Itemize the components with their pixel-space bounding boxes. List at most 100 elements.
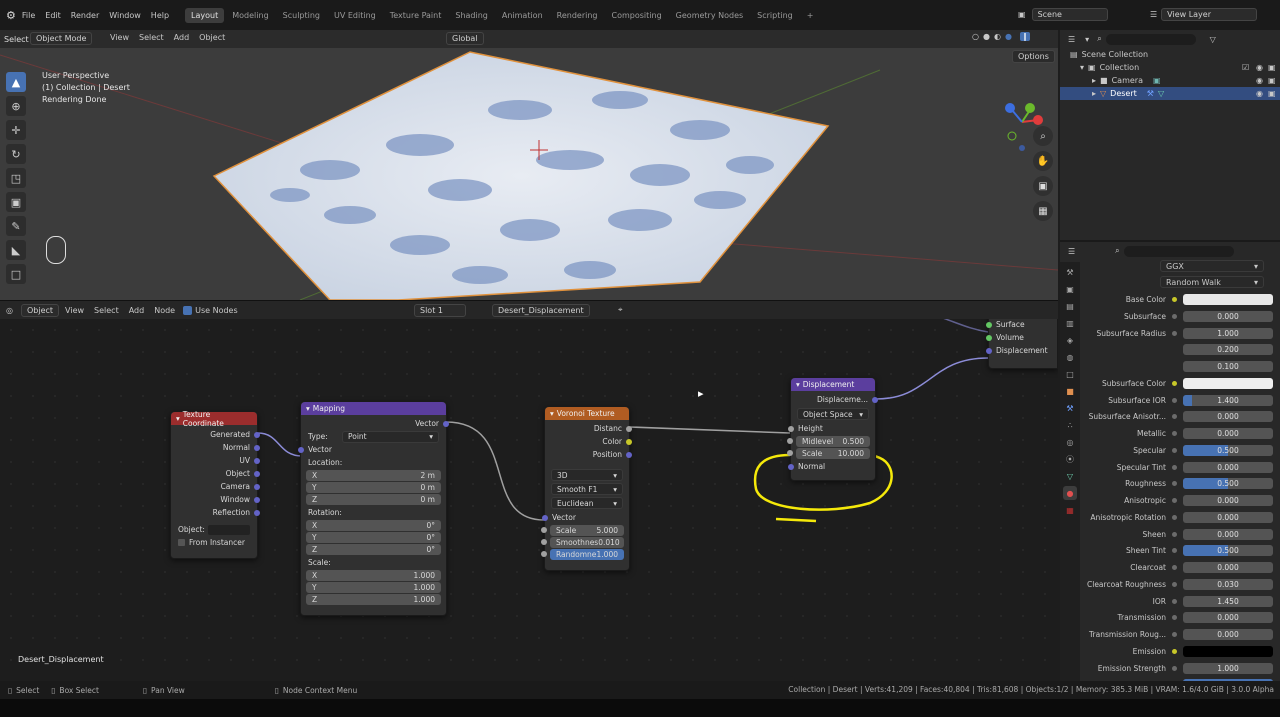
socket-dot-icon[interactable] xyxy=(1172,648,1177,654)
socket-dot-icon[interactable] xyxy=(1172,447,1177,453)
property-value-field[interactable]: 0.200 xyxy=(1183,344,1273,356)
properties-search-icon[interactable]: ⌕ xyxy=(1115,246,1119,256)
property-value-field[interactable]: 0.000 xyxy=(1183,629,1273,640)
displacement-header[interactable]: ▾ Displacement xyxy=(791,378,875,391)
shader-type-dropdown[interactable]: Object xyxy=(20,303,60,317)
rotation-y[interactable]: Y 0° xyxy=(306,532,441,543)
viewport-menu-select[interactable]: Select xyxy=(139,33,164,42)
world-tab-icon[interactable]: ◍ xyxy=(1063,350,1077,364)
color-swatch[interactable] xyxy=(1183,377,1273,389)
blender-logo-icon[interactable]: ⚙ xyxy=(6,9,16,22)
from-instancer-checkbox[interactable] xyxy=(178,539,185,546)
constraints-tab-icon[interactable]: ⦿ xyxy=(1063,452,1077,466)
color-swatch[interactable] xyxy=(1183,294,1273,305)
property-value-field[interactable]: 1.450 xyxy=(1183,595,1273,607)
viewport-menu-object[interactable]: Object xyxy=(199,33,225,42)
location-y[interactable]: Y0 m xyxy=(306,482,441,493)
voronoi-scale-field[interactable]: Scale 5.000 xyxy=(541,525,624,536)
visibility-eye-icon[interactable]: ◉ xyxy=(1256,87,1263,100)
voronoi-randomness-field[interactable]: Randomne 1.000 xyxy=(541,549,624,560)
editor-type-icon[interactable]: ◎ xyxy=(6,306,13,315)
node-editor[interactable]: ▾ Texture Coordinate Generated Normal UV… xyxy=(0,319,1058,681)
property-value-field[interactable]: 0.000 xyxy=(1183,562,1273,573)
transform-tool-icon[interactable]: ▣ xyxy=(6,192,26,212)
outliner-scene-collection[interactable]: ▤ Scene Collection xyxy=(1070,48,1280,61)
socket-dot-icon[interactable] xyxy=(1172,581,1177,587)
tab-compositing[interactable]: Compositing xyxy=(606,8,668,23)
socket-dot-icon[interactable] xyxy=(1172,498,1177,503)
wireframe-shading-icon[interactable]: ○ xyxy=(972,32,979,41)
tab-geometry-nodes[interactable]: Geometry Nodes xyxy=(670,8,749,23)
object-tab-icon[interactable]: ■ xyxy=(1063,384,1077,398)
properties-type-icon[interactable]: ☰ xyxy=(1068,247,1075,256)
material-shading-icon[interactable]: ◐ xyxy=(994,32,1001,41)
property-value-field[interactable]: 1.400 xyxy=(1183,394,1273,406)
3d-viewport[interactable]: User Perspective (1) Collection | Desert… xyxy=(0,30,1058,300)
tab-animation[interactable]: Animation xyxy=(496,8,549,23)
subsurface-method-dropdown[interactable]: Random Walk ▾ xyxy=(1160,276,1264,288)
material-output-node[interactable]: Surface Volume Displacement xyxy=(986,319,1058,369)
tab-modeling[interactable]: Modeling xyxy=(226,8,274,23)
solid-shading-icon[interactable]: ● xyxy=(983,32,990,41)
displacement-node[interactable]: ▾ Displacement Displaceme... Object Spac… xyxy=(787,377,878,481)
render-camera-icon[interactable]: ▣ xyxy=(1268,61,1276,74)
use-nodes-checkbox[interactable] xyxy=(183,305,193,315)
socket-dot-icon[interactable] xyxy=(1172,514,1177,520)
rotation-x[interactable]: X 0° xyxy=(306,520,441,531)
location-z[interactable]: Z0 m xyxy=(306,494,441,505)
camera-view-icon[interactable]: ▣ xyxy=(1033,176,1053,196)
property-value-field[interactable]: 0.000 xyxy=(1183,612,1273,624)
data-tab-icon[interactable]: ▽ xyxy=(1063,469,1077,483)
expand-arrow-icon[interactable]: ▸ xyxy=(1092,74,1096,87)
menu-window[interactable]: Window xyxy=(109,11,141,20)
shading-options-icon[interactable]: ∥ xyxy=(1019,32,1030,41)
tab-shading[interactable]: Shading xyxy=(449,8,494,23)
node-menu-select[interactable]: Select xyxy=(94,306,119,315)
outliner-funnel-icon[interactable]: ▽ xyxy=(1210,35,1216,44)
outliner-search-icon[interactable]: ⌕ xyxy=(1097,34,1101,44)
output-tab-icon[interactable]: ▤ xyxy=(1063,299,1077,313)
visibility-eye-icon[interactable]: ◉ xyxy=(1256,74,1263,87)
add-cube-tool-icon[interactable]: □ xyxy=(6,264,26,284)
outliner-item-desert[interactable]: ▸ ▽ Desert ⚒ ▽ ◉ ▣ xyxy=(1060,87,1280,100)
property-value-field[interactable]: 0.500 xyxy=(1183,444,1273,456)
zoom-icon[interactable]: ⌕ xyxy=(1033,126,1053,146)
material-tab-icon[interactable]: ● xyxy=(1063,486,1077,500)
socket-dot-icon[interactable] xyxy=(1172,615,1177,621)
tab-rendering[interactable]: Rendering xyxy=(551,8,604,23)
socket-dot-icon[interactable] xyxy=(1172,297,1177,302)
scene-tab-icon[interactable]: ◈ xyxy=(1063,333,1077,347)
location-x[interactable]: X2 m xyxy=(306,470,441,481)
node-menu-view[interactable]: View xyxy=(65,306,84,315)
socket-dot-icon[interactable] xyxy=(1172,481,1177,487)
rendered-shading-icon[interactable]: ● xyxy=(1005,32,1012,41)
ortho-grid-icon[interactable]: ▦ xyxy=(1033,201,1053,221)
property-value-field[interactable]: 0.030 xyxy=(1183,578,1273,590)
socket-dot-icon[interactable] xyxy=(1172,397,1177,403)
texture-coordinate-node[interactable]: ▾ Texture Coordinate Generated Normal UV… xyxy=(170,410,260,559)
displacement-midlevel-field[interactable]: Midlevel 0.500 xyxy=(787,436,870,447)
displacement-scale-field[interactable]: Scale 10.000 xyxy=(787,448,870,459)
object-mode-dropdown-visible[interactable]: Object Mode xyxy=(30,32,93,45)
tab-texture-paint[interactable]: Texture Paint xyxy=(384,8,448,23)
socket-dot-icon[interactable] xyxy=(1172,380,1177,386)
voronoi-header[interactable]: ▾ Voronoi Texture xyxy=(545,407,629,420)
material-name-field[interactable]: Desert_Displacement xyxy=(492,304,590,317)
property-value-field[interactable]: 0.000 xyxy=(1183,511,1273,523)
displacement-space-dropdown[interactable]: Object Space ▾ xyxy=(797,408,869,420)
color-swatch[interactable] xyxy=(1183,645,1273,657)
tool-tab-icon[interactable]: ⚒ xyxy=(1063,265,1077,279)
node-menu-node[interactable]: Node xyxy=(154,306,175,315)
outliner-type-icon[interactable]: ☰ xyxy=(1068,35,1075,44)
scale-x[interactable]: X 1.000 xyxy=(306,570,441,581)
tab-uv-editing[interactable]: UV Editing xyxy=(328,8,382,23)
socket-dot-icon[interactable] xyxy=(1172,313,1177,319)
collection-tab-icon[interactable]: □ xyxy=(1063,367,1077,381)
property-value-field[interactable]: 0.000 xyxy=(1183,495,1273,506)
menu-file[interactable]: File xyxy=(22,11,35,20)
expand-arrow-icon[interactable]: ▸ xyxy=(1092,87,1096,100)
property-value-field[interactable]: 0.500 xyxy=(1183,478,1273,490)
move-tool-icon[interactable]: ✛ xyxy=(6,120,26,140)
visibility-eye-icon[interactable]: ◉ xyxy=(1256,61,1263,74)
modifier-tab-icon[interactable]: ⚒ xyxy=(1063,401,1077,415)
